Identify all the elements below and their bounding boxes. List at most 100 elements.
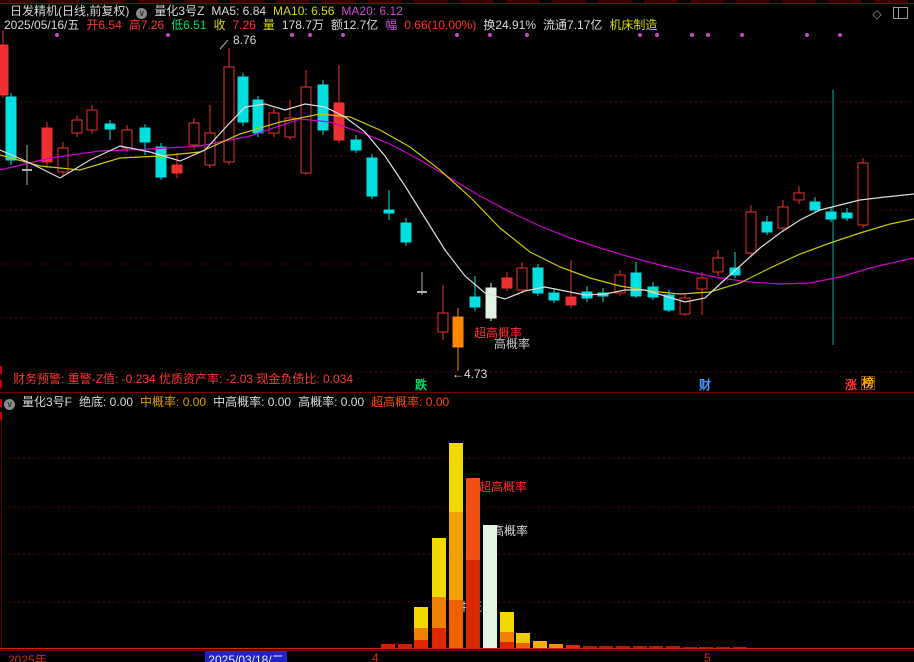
probability-bar [414, 640, 428, 648]
zhong-value: 中概率: 0.00 [140, 395, 206, 409]
date-axis[interactable]: 2025年 2025/03/18/二 4 5 [0, 651, 914, 662]
marker-dot [308, 33, 312, 37]
marker-dot [55, 33, 59, 37]
candle-doji [417, 291, 427, 293]
candle-body [224, 67, 234, 162]
candle-body [713, 258, 723, 272]
candle-body [334, 103, 344, 140]
pane-divider [0, 392, 914, 393]
candle-body [105, 124, 115, 129]
candle-body [301, 87, 311, 173]
probability-bar [533, 641, 547, 648]
indicator-name-sub[interactable]: 量化3号F [22, 395, 72, 409]
candle-body [401, 223, 411, 242]
candle-body [566, 297, 576, 305]
candle-body [453, 317, 463, 347]
candle-body [72, 120, 82, 133]
candle-body [517, 268, 527, 290]
probability-bar [483, 525, 497, 648]
marker-dot [690, 33, 694, 37]
candle-body [697, 278, 707, 289]
left-edge-mark [0, 380, 2, 388]
marker-dot [488, 33, 492, 37]
candle-body [762, 222, 772, 232]
candle-body [486, 288, 496, 318]
marker-dot [525, 33, 529, 37]
peak-price-label: 8.76 [233, 33, 257, 47]
marker-dot [290, 33, 294, 37]
probability-bar [449, 512, 463, 600]
probability-bar [466, 478, 480, 560]
candle-body [842, 213, 852, 218]
candle-body [810, 202, 820, 210]
probability-bar [516, 633, 530, 643]
candle-body [384, 210, 394, 213]
marker-dot [655, 33, 659, 37]
signal-label-bar-gao: 高概率 [492, 523, 528, 538]
probability-bar [414, 628, 428, 640]
juedi-value: 绝底: 0.00 [79, 395, 133, 409]
ma20-line [0, 119, 914, 284]
marker-dot [740, 33, 744, 37]
marker-dot [455, 33, 459, 37]
tag-cai[interactable]: 财 [699, 376, 711, 393]
axis-line [0, 648, 914, 649]
candle-body [0, 45, 8, 95]
candle-body [367, 158, 377, 196]
chaogao-value: 超高概率: 0.00 [371, 395, 449, 409]
low-price-label: ←4.73 [452, 367, 488, 381]
financial-warning-text: 财务预警: 重警-Z值: -0.234 优质资产率: -2.03 现金负债比: … [13, 370, 353, 387]
axis-selected-date[interactable]: 2025/03/18/二 [205, 651, 287, 662]
candle-body [140, 128, 150, 142]
marker-dot [166, 33, 170, 37]
candle-body [631, 273, 641, 296]
tag-bang[interactable]: 榜 [861, 376, 875, 390]
probability-bar [500, 612, 514, 632]
signal-label-bar-chaogao: 超高概率 [479, 479, 527, 494]
probability-bar [466, 560, 480, 648]
candle-body [858, 163, 868, 225]
month-tick-4: 4 [372, 651, 379, 662]
zhonggao-value: 中高概率: 0.00 [213, 395, 291, 409]
candle-body [6, 97, 16, 160]
candle-body [778, 207, 788, 228]
marker-dot [706, 33, 710, 37]
candle-body [549, 293, 559, 300]
left-edge-mark [0, 399, 2, 407]
candle-body [826, 212, 836, 219]
candle-body [87, 110, 97, 130]
left-edge-mark [0, 366, 2, 374]
marker-dot [838, 33, 842, 37]
gao-value: 高概率: 0.00 [298, 395, 364, 409]
tag-zhang[interactable]: 涨 [845, 376, 857, 393]
candle-body [438, 313, 448, 332]
ma10-line [0, 114, 914, 294]
axis-year-label: 2025年 [8, 651, 47, 662]
indicator-collapse-icon[interactable]: ∨ [4, 399, 15, 410]
candle-doji [22, 169, 32, 171]
candle-body [470, 297, 480, 307]
probability-bar [500, 632, 514, 642]
candle-body [502, 278, 512, 288]
candle-body [172, 165, 182, 173]
left-pane-border [1, 420, 2, 648]
probability-bar [449, 600, 463, 648]
candle-body [351, 140, 361, 150]
probability-bar [432, 628, 446, 648]
probability-bar [449, 443, 463, 512]
candle-body [156, 147, 166, 177]
marker-dot [638, 33, 642, 37]
indicator-header-row: ∨ 量化3号F 绝底: 0.00 中概率: 0.00 中高概率: 0.00 高概率: 0.… [4, 395, 456, 410]
probability-bar [432, 597, 446, 628]
marker-dot [805, 33, 809, 37]
peak-arrow [220, 40, 228, 49]
marker-dot [341, 33, 345, 37]
month-tick-5: 5 [704, 651, 711, 662]
probability-bar [432, 538, 446, 597]
candle-body [746, 212, 756, 253]
left-edge-mark [0, 412, 2, 420]
candle-body [42, 128, 52, 162]
tag-die[interactable]: 跌 [415, 376, 427, 393]
chart-canvas[interactable]: 8.76超高概率高概率←4.73超高概率高概率中概率 [0, 0, 914, 662]
ma5-line [0, 104, 914, 302]
